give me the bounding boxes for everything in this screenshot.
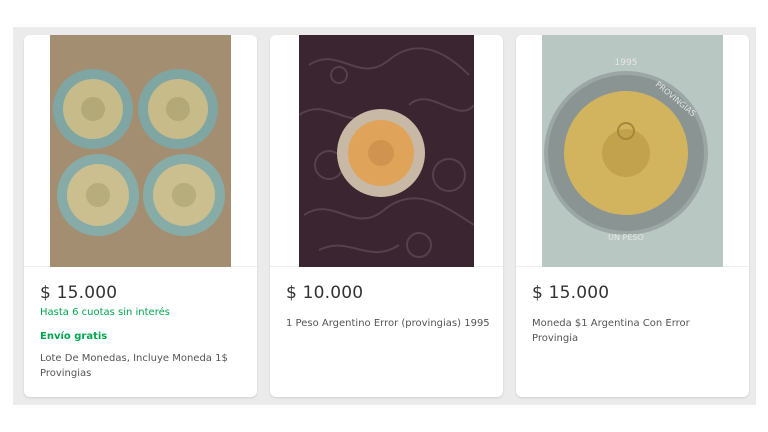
coin-closeup-photo: 1995 PROVINGIAS UN PESO (542, 35, 723, 267)
listing-price: $ 15.000 (532, 283, 610, 303)
free-shipping-badge: Envío gratis (40, 331, 108, 342)
search-results-grid: $ 15.000 Hasta 6 cuotas sin interés Enví… (13, 27, 756, 405)
listing-card[interactable]: $ 10.000 1 Peso Argentino Error (proving… (270, 35, 503, 397)
coin-image (138, 69, 218, 149)
listing-card[interactable]: 1995 PROVINGIAS UN PESO $ 15.000 Moneda … (516, 35, 749, 397)
installments-note: Hasta 6 cuotas sin interés (40, 307, 170, 318)
listing-title[interactable]: Moneda $1 Argentina Con Error Provingia (532, 316, 737, 346)
listing-price: $ 10.000 (286, 283, 364, 303)
coin-denomination-text: UN PESO (608, 233, 644, 242)
listing-thumbnail[interactable] (24, 35, 257, 267)
listing-card[interactable]: $ 15.000 Hasta 6 cuotas sin interés Enví… (24, 35, 257, 397)
listing-thumbnail[interactable]: 1995 PROVINGIAS UN PESO (516, 35, 749, 267)
listing-title[interactable]: 1 Peso Argentino Error (provingias) 1995 (286, 316, 491, 331)
coin-image (143, 154, 225, 236)
listing-thumbnail[interactable] (270, 35, 503, 267)
coin-image (53, 69, 133, 149)
listing-price: $ 15.000 (40, 283, 118, 303)
listing-title[interactable]: Lote De Monedas, Incluye Moneda 1$ Provi… (40, 351, 245, 381)
coin-image (57, 154, 139, 236)
coins-lot-photo (50, 35, 231, 267)
coin-image (337, 109, 425, 197)
coin-year-text: 1995 (615, 58, 638, 68)
coin-on-leather-photo (299, 35, 474, 267)
